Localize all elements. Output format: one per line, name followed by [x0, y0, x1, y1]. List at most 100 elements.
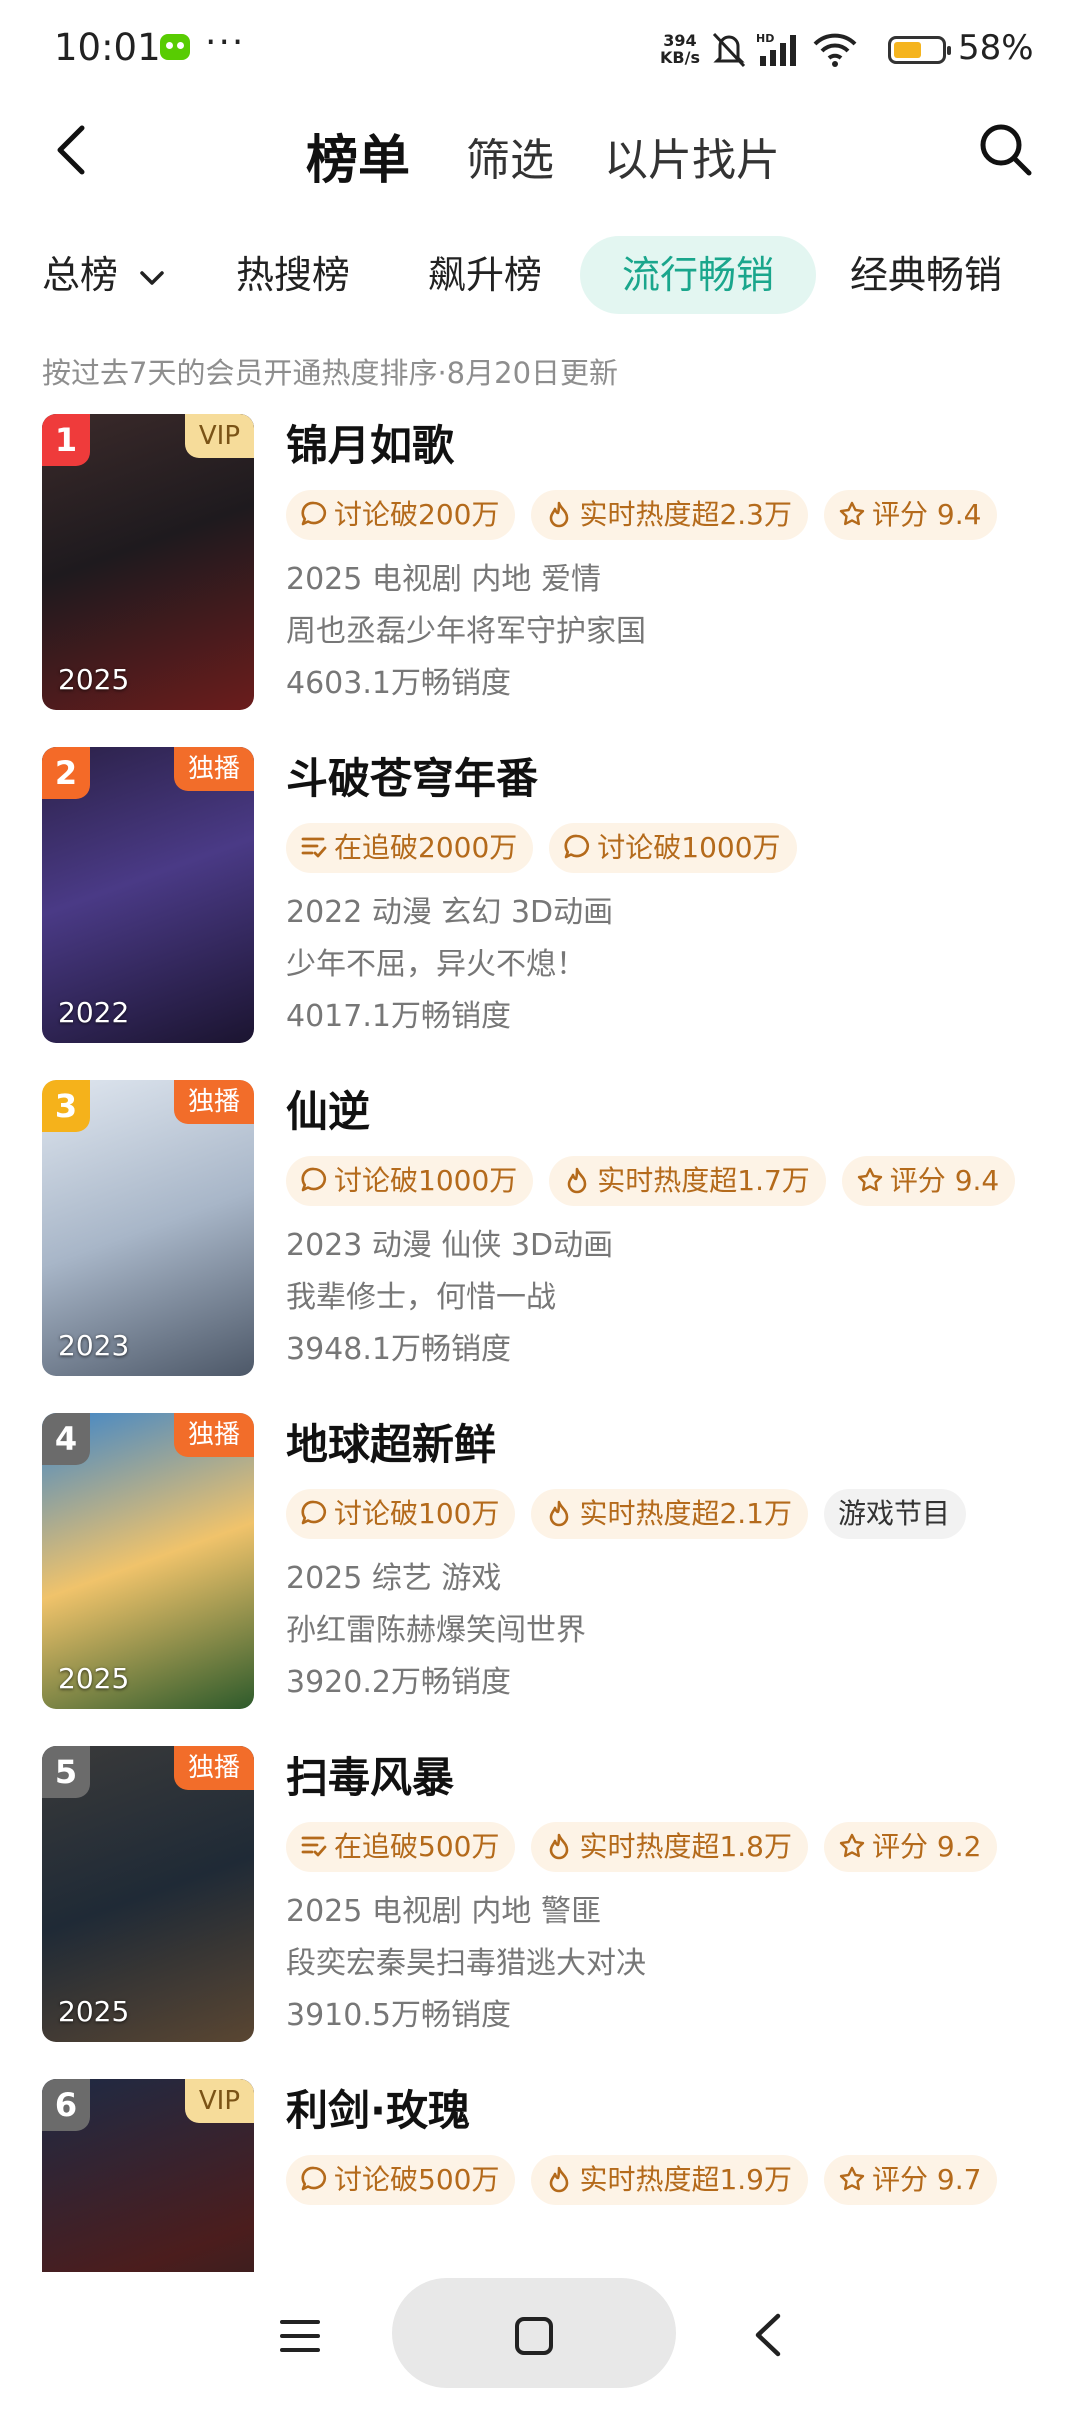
exclusive-badge: 独播 [173, 1413, 254, 1457]
chip-label: 总榜 [42, 253, 119, 297]
item-tag: 评分 9.7 [823, 2155, 998, 2205]
signal-hd-icon: HD [756, 32, 796, 66]
item-description: 孙红雷陈赫爆笑闯世界 [286, 1613, 586, 1648]
exclusive-badge: 独播 [173, 1746, 254, 1790]
ranking-item[interactable]: 2 独播 2022 斗破苍穹年番 在追破2000万 讨论破1000万 2022 动… [0, 747, 1080, 1077]
chip-popular-bestselling[interactable]: 流行畅销 [580, 236, 817, 314]
item-genre [286, 2219, 1066, 2271]
list-icon [300, 831, 334, 864]
poster-image[interactable]: 2 独播 2022 [42, 747, 254, 1043]
system-navigation-bar [0, 2272, 1080, 2400]
tag-text: 讨论破1000万 [334, 1164, 518, 1197]
poster-image[interactable]: 1 VIP 2025 [42, 414, 254, 710]
item-sales: 3948.1万畅销度 [286, 1332, 511, 1367]
comment-icon [300, 1497, 334, 1530]
tag-text: 实时热度超2.1万 [579, 1497, 792, 1530]
poster-image[interactable]: 4 独播 2025 [42, 1413, 254, 1709]
item-tags: 在追破500万 实时热度超1.8万 评分 9.2 [286, 1822, 1066, 1876]
item-info: 地球超新鲜 讨论破100万 实时热度超2.1万 游戏节目 2025 综艺 游戏 孙红… [286, 1413, 1066, 1709]
item-genre: 2025 电视剧 内地 警匪 [286, 1894, 601, 1929]
clock: 10:01 [54, 26, 161, 69]
tab-rankings[interactable]: 榜单 [306, 118, 410, 193]
item-title[interactable]: 锦月如歌 [286, 416, 1066, 476]
chip-overall[interactable]: 总榜 [42, 236, 166, 314]
rank-badge: 5 [42, 1746, 90, 1798]
item-info: 扫毒风暴 在追破500万 实时热度超1.8万 评分 9.2 2025 电视剧 内地 … [286, 1746, 1066, 2042]
item-info: 斗破苍穹年番 在追破2000万 讨论破1000万 2022 动漫 玄幻 3D动画 … [286, 747, 1066, 1043]
vip-badge: VIP [184, 2079, 254, 2123]
tag-text: 讨论破200万 [334, 498, 500, 531]
system-back-icon[interactable] [752, 2312, 784, 2358]
comment-icon [300, 2163, 334, 2196]
poster-image[interactable]: 3 独播 2023 [42, 1080, 254, 1376]
flame-icon [545, 498, 579, 531]
chip-classic-bestselling[interactable]: 经典畅销 [850, 236, 1002, 314]
rank-badge: 6 [42, 2079, 90, 2131]
item-tag: 实时热度超2.3万 [531, 490, 808, 540]
tab-filter[interactable]: 筛选 [466, 124, 554, 188]
network-speed: 394 KB/s [660, 32, 700, 66]
tab-find-by-clip[interactable]: 以片找片 [604, 124, 780, 188]
search-icon[interactable] [978, 122, 1034, 178]
item-tag: 在追破500万 [286, 1822, 516, 1872]
item-description: 少年不屈，异火不熄！ [286, 947, 586, 982]
tag-text: 讨论破500万 [334, 2163, 500, 2196]
star-icon [856, 1164, 890, 1197]
poster-year: 2025 [58, 1995, 130, 2028]
item-tag: 讨论破500万 [286, 2155, 516, 2205]
home-icon [515, 2317, 553, 2355]
ranking-item[interactable]: 5 独播 2025 扫毒风暴 在追破500万 实时热度超1.8万 评分 9.2 20… [0, 1746, 1080, 2076]
ranking-item[interactable]: 1 VIP 2025 锦月如歌 讨论破200万 实时热度超2.3万 评分 9.4 2… [0, 414, 1080, 744]
back-arrow-icon[interactable] [50, 122, 94, 178]
item-genre: 2025 电视剧 内地 爱情 [286, 562, 601, 597]
item-tag: 讨论破200万 [286, 490, 516, 540]
network-speed-unit: KB/s [660, 48, 700, 67]
more-notifications-icon: ··· [205, 22, 246, 63]
item-sales: 4603.1万畅销度 [286, 666, 511, 701]
star-icon [838, 498, 872, 531]
comment-icon [563, 831, 597, 864]
item-genre: 2022 动漫 玄幻 3D动画 [286, 895, 614, 930]
tag-text: 游戏节目 [837, 1497, 950, 1530]
item-tags: 讨论破1000万 实时热度超1.7万 评分 9.4 [286, 1156, 1066, 1210]
item-tag: 游戏节目 [823, 1489, 966, 1539]
duolingo-notification-icon [160, 34, 190, 60]
recent-apps-icon[interactable] [280, 2318, 320, 2354]
item-tags: 讨论破500万 实时热度超1.9万 评分 9.7 [286, 2155, 1066, 2209]
item-genre: 2023 动漫 仙侠 3D动画 [286, 1228, 614, 1263]
poster-image[interactable]: 5 独播 2025 [42, 1746, 254, 2042]
chevron-down-icon [140, 270, 164, 285]
tag-text: 评分 9.4 [889, 1164, 1000, 1197]
poster-year: 2023 [58, 1329, 130, 1362]
item-info: 仙逆 讨论破1000万 实时热度超1.7万 评分 9.4 2023 动漫 仙侠 3D… [286, 1080, 1066, 1376]
chip-hot-search[interactable]: 热搜榜 [236, 236, 350, 314]
item-title[interactable]: 仙逆 [286, 1082, 1066, 1142]
item-genre: 2025 综艺 游戏 [286, 1561, 502, 1596]
comment-icon [300, 498, 334, 531]
item-title[interactable]: 扫毒风暴 [286, 1748, 1066, 1808]
item-title[interactable]: 斗破苍穹年番 [286, 749, 1066, 809]
flame-icon [545, 2163, 579, 2196]
item-title[interactable]: 地球超新鲜 [286, 1415, 1066, 1475]
chip-rising[interactable]: 飙升榜 [428, 236, 542, 314]
network-speed-value: 394 [663, 31, 697, 50]
item-sales: 3910.5万畅销度 [286, 1998, 511, 2033]
item-tag: 实时热度超1.9万 [531, 2155, 808, 2205]
item-tag: 在追破2000万 [286, 823, 534, 873]
item-info: 锦月如歌 讨论破200万 实时热度超2.3万 评分 9.4 2025 电视剧 内地 … [286, 414, 1066, 710]
item-tag: 评分 9.4 [823, 490, 998, 540]
item-title[interactable]: 利剑·玫瑰 [286, 2081, 1066, 2141]
item-tag: 评分 9.4 [841, 1156, 1016, 1206]
ranking-item[interactable]: 4 独播 2025 地球超新鲜 讨论破100万 实时热度超2.1万 游戏节目 202… [0, 1413, 1080, 1743]
item-tag: 讨论破1000万 [549, 823, 797, 873]
ranking-item[interactable]: 3 独播 2023 仙逆 讨论破1000万 实时热度超1.7万 评分 9.4 202… [0, 1080, 1080, 1410]
vip-badge: VIP [184, 414, 254, 458]
comment-icon [300, 1164, 334, 1197]
item-sales: 3920.2万畅销度 [286, 1665, 511, 1700]
svg-text:HD: HD [756, 32, 774, 45]
top-navigation: 榜单 筛选 以片找片 [0, 100, 1080, 200]
rank-badge: 1 [42, 414, 90, 466]
item-description: 周也丞磊少年将军守护家国 [286, 614, 646, 649]
list-icon [300, 1830, 334, 1863]
mute-icon [712, 32, 746, 68]
